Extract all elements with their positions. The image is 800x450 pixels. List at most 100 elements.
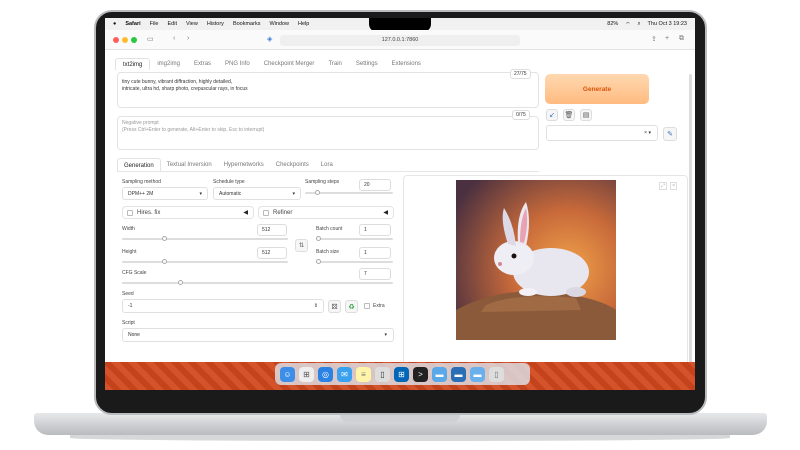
tab-overview-icon[interactable]: ⧉ [679, 35, 684, 43]
battery-status[interactable]: 82% [607, 21, 618, 27]
swap-dimensions-icon[interactable]: ⇅ [295, 239, 308, 252]
chevron-down-icon: ▾ [292, 191, 295, 197]
negative-prompt-textarea[interactable]: Negative prompt (Press Ctrl+Enter to gen… [117, 116, 539, 150]
tab-txt2img[interactable]: txt2img [115, 58, 151, 70]
reuse-seed-recycle-icon[interactable]: ♻ [345, 300, 358, 313]
sub-tabs: Generation Textual Inversion Hypernetwor… [117, 158, 539, 172]
style-apply-icon[interactable]: ▤ [580, 109, 592, 121]
paste-params-icon[interactable]: ↙ [546, 109, 558, 121]
collapse-icon: ◀ [243, 210, 248, 216]
tab-extras[interactable]: Extras [187, 58, 218, 70]
extra-seed-checkbox[interactable] [364, 303, 370, 309]
sampling-steps-slider[interactable] [305, 190, 393, 195]
finder-icon[interactable]: ☺ [280, 366, 295, 382]
subtab-checkpoints[interactable]: Checkpoints [270, 158, 315, 171]
batch-count-input[interactable]: 1 [359, 224, 391, 236]
cfg-scale-input[interactable]: 7 [359, 268, 391, 280]
width-slider[interactable] [122, 236, 288, 241]
tab-checkpoint-merger[interactable]: Checkpoint Merger [257, 58, 322, 70]
minimize-window-button[interactable] [122, 37, 128, 43]
batch-count-slider[interactable] [316, 236, 393, 241]
zoom-window-button[interactable] [131, 37, 137, 43]
menu-edit[interactable]: Edit [168, 21, 177, 27]
hires-fix-accordion[interactable]: Hires. fix ◀ [122, 206, 254, 219]
new-tab-icon[interactable]: + [665, 35, 669, 42]
close-window-button[interactable] [113, 37, 119, 43]
prompt-text: tiny cute bunny, vibrant diffraction, hi… [122, 79, 248, 92]
subtab-lora[interactable]: Lora [315, 158, 339, 171]
menu-file[interactable]: File [150, 21, 159, 27]
sampling-method-select[interactable]: DPM++ 2M ▾ [122, 187, 208, 200]
clear-x-icon[interactable]: × ▾ [644, 130, 651, 136]
clock[interactable]: Thu Oct 3 19:23 [648, 21, 687, 27]
batch-size-input[interactable]: 1 [359, 247, 391, 259]
terminal-icon[interactable]: > [413, 366, 428, 382]
subtab-textual-inversion[interactable]: Textual Inversion [161, 158, 218, 171]
notes-icon[interactable]: ≡ [356, 366, 371, 382]
generate-button[interactable]: Generate [545, 74, 649, 104]
slider-knob[interactable] [316, 236, 321, 241]
page-scrollbar[interactable] [689, 74, 692, 364]
phone-mirroring-icon[interactable]: ▯ [375, 366, 390, 382]
apple-icon[interactable]: ● [113, 21, 116, 27]
fullscreen-icon[interactable]: ⤢ [658, 182, 667, 190]
hires-fix-checkbox[interactable] [127, 210, 133, 216]
tab-img2img[interactable]: img2img [150, 58, 187, 70]
seed-label: Seed [122, 291, 134, 297]
folder-icon[interactable]: ▬ [432, 366, 447, 382]
height-slider[interactable] [122, 259, 288, 264]
wifi-icon[interactable]: ⌔ [625, 21, 630, 28]
slider-knob[interactable] [162, 236, 167, 241]
generated-bunny-image[interactable] [456, 180, 616, 340]
slider-knob[interactable] [162, 259, 167, 264]
tab-settings[interactable]: Settings [349, 58, 385, 70]
menu-history[interactable]: History [207, 21, 224, 27]
menu-view[interactable]: View [186, 21, 198, 27]
subtab-generation[interactable]: Generation [117, 158, 161, 171]
styles-dropdown[interactable]: × ▾ [546, 125, 658, 141]
slider-knob[interactable] [316, 259, 321, 264]
script-select[interactable]: None ▾ [122, 328, 394, 342]
trash-icon[interactable]: ▯ [489, 366, 504, 382]
windows-app-icon[interactable]: ⊞ [394, 366, 409, 382]
close-icon[interactable]: × [670, 182, 677, 190]
random-seed-dice-icon[interactable]: ⚄ [328, 300, 341, 313]
back-icon[interactable]: ‹ [173, 35, 175, 42]
trash-icon[interactable]: 🗑 [563, 109, 575, 121]
search-icon[interactable]: ⌕ [637, 21, 640, 28]
subtab-hypernetworks[interactable]: Hypernetworks [218, 158, 270, 171]
tab-train[interactable]: Train [321, 58, 348, 70]
menu-help[interactable]: Help [298, 21, 309, 27]
sampling-steps-input[interactable]: 20 [359, 179, 391, 191]
schedule-type-select[interactable]: Automatic ▾ [213, 187, 301, 200]
tab-png-info[interactable]: PNG Info [218, 58, 257, 70]
share-icon[interactable]: ⇪ [651, 35, 657, 43]
edit-pencil-icon[interactable]: ✎ [663, 127, 677, 141]
batch-size-slider[interactable] [316, 259, 393, 264]
sidebar-icon[interactable]: ▭ [147, 35, 154, 43]
slider-knob[interactable] [178, 280, 183, 285]
menu-app-name[interactable]: Safari [125, 21, 140, 27]
height-input[interactable]: 512 [257, 247, 287, 259]
safari-icon[interactable]: ◎ [318, 366, 333, 382]
width-input[interactable]: 512 [257, 224, 287, 236]
tab-extensions[interactable]: Extensions [385, 58, 428, 70]
menu-window[interactable]: Window [269, 21, 289, 27]
folder-icon[interactable]: ▬ [451, 366, 466, 382]
launchpad-icon[interactable]: ⊞ [299, 366, 314, 382]
address-bar[interactable]: 127.0.0.1:7860 [280, 35, 520, 46]
slider-knob[interactable] [315, 190, 320, 195]
forward-icon[interactable]: › [187, 35, 189, 42]
seed-input[interactable]: -1 ⇕ [122, 299, 324, 313]
chevron-down-icon: ▾ [384, 332, 387, 338]
refiner-accordion[interactable]: Refiner ◀ [258, 206, 394, 219]
refiner-checkbox[interactable] [263, 210, 269, 216]
script-label: Script [122, 320, 135, 326]
prompt-textarea[interactable]: tiny cute bunny, vibrant diffraction, hi… [117, 72, 539, 108]
stepper-icon[interactable]: ⇕ [314, 303, 318, 309]
mail-icon[interactable]: ✉ [337, 366, 352, 382]
cfg-scale-slider[interactable] [122, 280, 393, 285]
menu-bookmarks[interactable]: Bookmarks [233, 21, 261, 27]
downloads-folder-icon[interactable]: ▬ [470, 366, 485, 382]
shield-icon[interactable]: ◈ [267, 35, 272, 43]
